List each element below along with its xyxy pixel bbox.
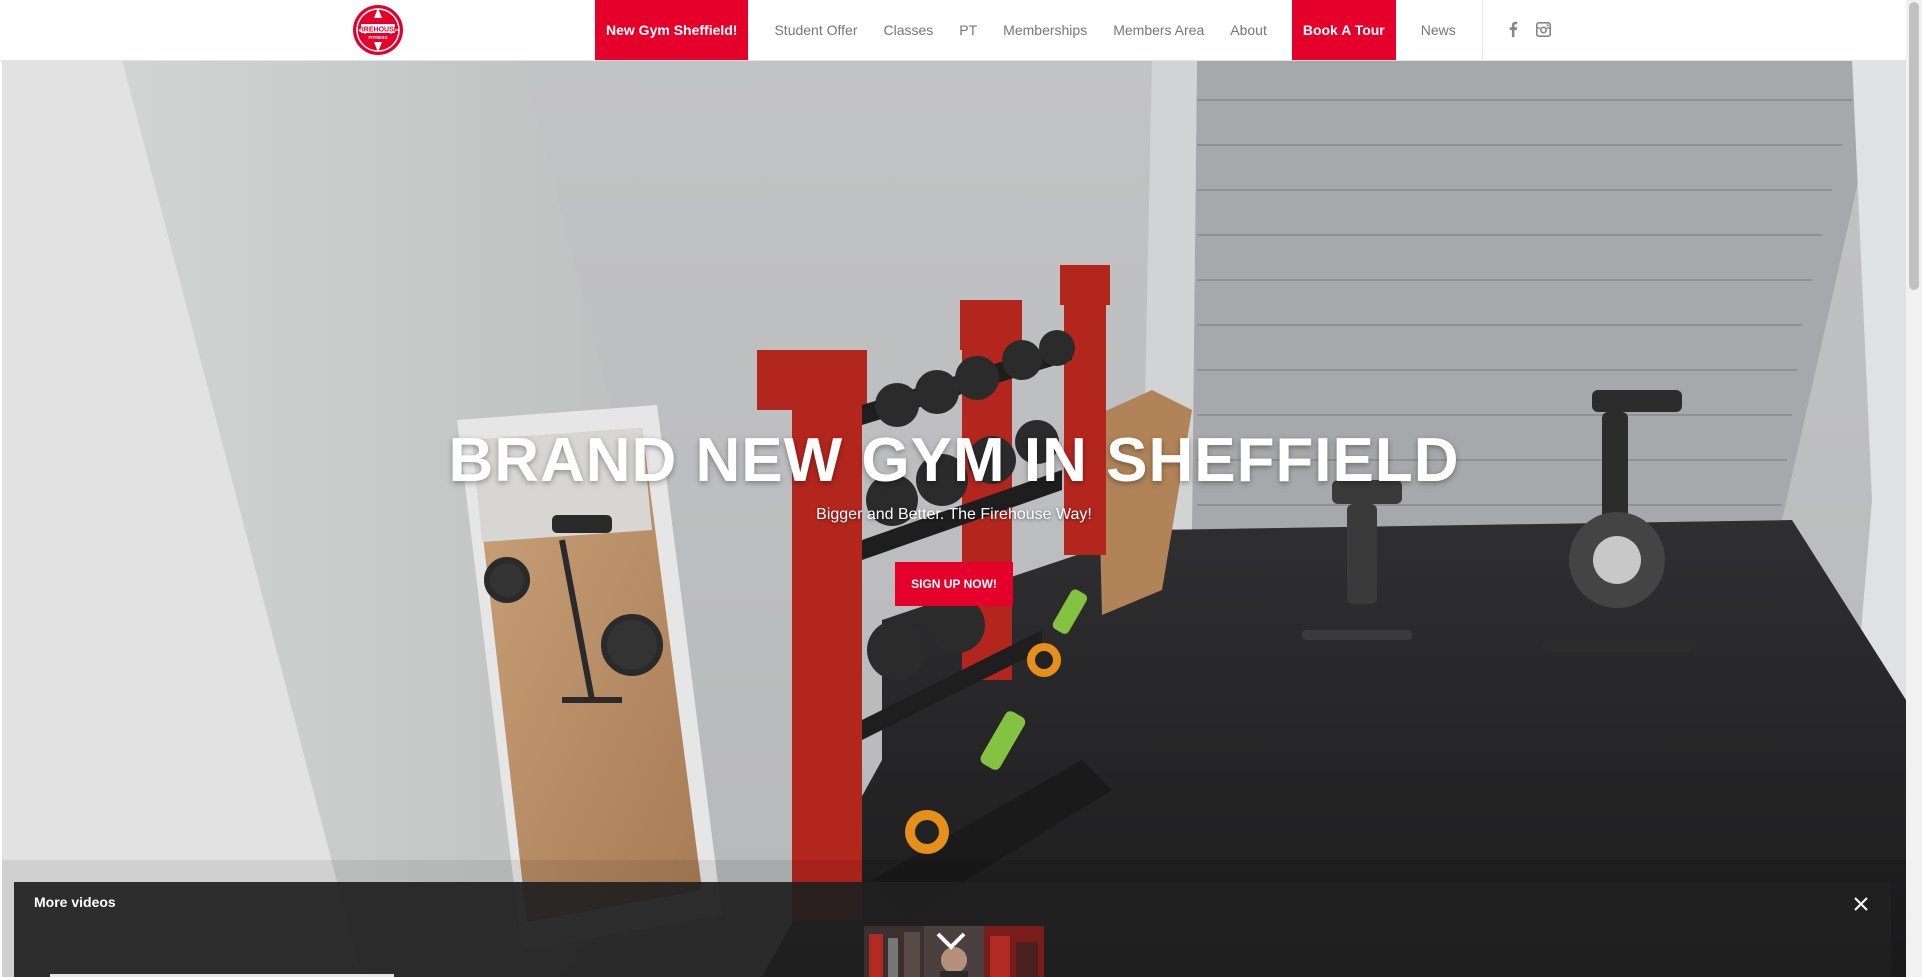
nav-classes[interactable]: Classes xyxy=(870,0,946,60)
svg-text:FIREHOUSE: FIREHOUSE xyxy=(358,27,399,34)
hero-title: BRAND NEW GYM IN SHEFFIELD xyxy=(448,426,1460,495)
svg-text:FITNESS: FITNESS xyxy=(368,35,387,40)
hero-subtitle: Bigger and Better. The Firehouse Way! xyxy=(816,506,1092,523)
page: FIREHOUSE FITNESS New Gym Sheffield! Stu… xyxy=(0,0,1922,977)
nav-about[interactable]: About xyxy=(1217,0,1280,60)
close-icon[interactable] xyxy=(1851,894,1871,914)
scrollbar-thumb[interactable] xyxy=(1909,2,1919,290)
video-thumbnail[interactable] xyxy=(984,926,1044,977)
more-videos-title: More videos xyxy=(34,894,116,910)
nav-members-area[interactable]: Members Area xyxy=(1100,0,1217,60)
chevron-down-icon[interactable] xyxy=(934,930,968,952)
nav-book-a-tour[interactable]: Book A Tour xyxy=(1291,0,1396,60)
nav-memberships[interactable]: Memberships xyxy=(990,0,1100,60)
nav-student-offer[interactable]: Student Offer xyxy=(761,0,870,60)
facebook-icon[interactable] xyxy=(1504,18,1522,40)
sign-up-button[interactable]: SIGN UP NOW! xyxy=(895,562,1013,606)
page-scrollbar[interactable] xyxy=(1906,0,1922,977)
nav-news[interactable]: News xyxy=(1408,0,1469,60)
hero-section: BRAND NEW GYM IN SHEFFIELD Bigger and Be… xyxy=(2,60,1906,977)
instagram-icon[interactable] xyxy=(1534,18,1552,40)
video-thumbnail[interactable] xyxy=(864,926,924,977)
firehouse-logo[interactable]: FIREHOUSE FITNESS xyxy=(352,4,404,56)
more-videos-panel: More videos xyxy=(14,882,1891,977)
nav-pt[interactable]: PT xyxy=(946,0,990,60)
nav-new-gym-sheffield[interactable]: New Gym Sheffield! xyxy=(595,0,749,60)
logo-emblem-icon: FIREHOUSE FITNESS xyxy=(353,5,403,55)
site-header: FIREHOUSE FITNESS New Gym Sheffield! Stu… xyxy=(0,0,1906,61)
nav-divider xyxy=(1482,0,1483,60)
main-nav: New Gym Sheffield! Student Offer Classes… xyxy=(595,0,1469,60)
